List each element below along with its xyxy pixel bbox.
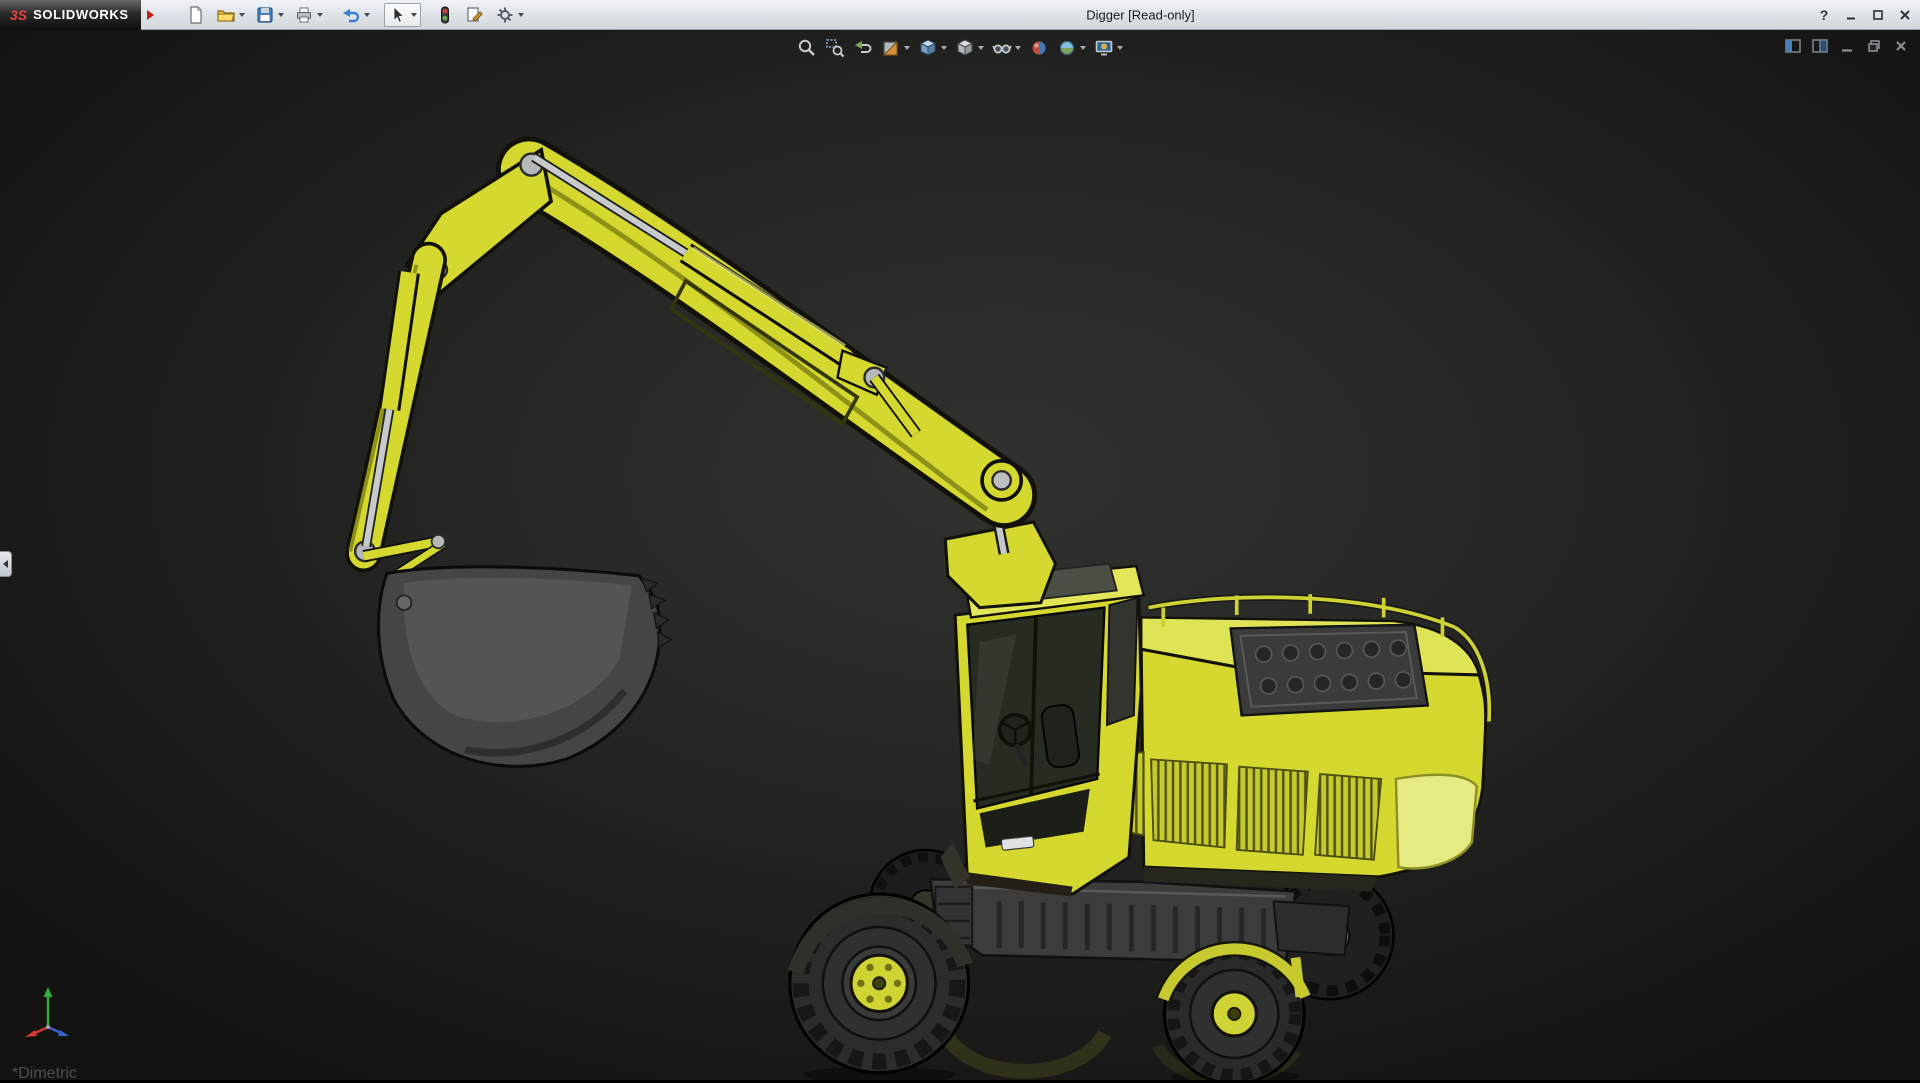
zoom-to-area-button[interactable]	[822, 35, 848, 61]
previous-view-button[interactable]	[850, 35, 876, 61]
options-gear-icon	[495, 5, 515, 25]
select-cursor-icon	[388, 5, 408, 25]
open-folder-icon	[216, 5, 236, 25]
close-document-button[interactable]	[1890, 36, 1912, 56]
pane-split-icon	[1811, 37, 1829, 55]
triad-y-axis	[44, 987, 53, 1027]
new-document-icon	[186, 5, 206, 25]
graphics-viewport[interactable]: *Dimetric	[0, 30, 1920, 1080]
triad-z-axis	[48, 1027, 69, 1036]
main-toolbar	[182, 3, 528, 27]
close-icon	[1899, 9, 1911, 21]
select-button[interactable]	[384, 3, 421, 27]
restore-document-button[interactable]	[1863, 36, 1885, 56]
view-settings-icon	[1094, 38, 1114, 58]
view-settings-button[interactable]	[1091, 35, 1126, 61]
display-style-dropdown-caret[interactable]	[978, 46, 984, 50]
close-button[interactable]	[1893, 4, 1917, 26]
titlebar: 3S SOLIDWORKS	[0, 0, 1920, 30]
window-title: Digger [Read-only]	[1086, 7, 1194, 22]
collapse-arrow-icon	[3, 560, 8, 568]
zoom-to-area-icon	[825, 38, 845, 58]
file-properties-button[interactable]	[461, 3, 489, 27]
pane-preview-button[interactable]	[1782, 36, 1804, 56]
maximize-button[interactable]	[1866, 4, 1890, 26]
edit-appearance-icon	[1029, 38, 1049, 58]
help-icon: ?	[1820, 7, 1829, 23]
print-button[interactable]	[290, 3, 327, 27]
apply-scene-icon	[1057, 38, 1077, 58]
previous-view-icon	[853, 38, 873, 58]
triad-origin	[46, 1025, 50, 1029]
help-button[interactable]: ?	[1812, 4, 1836, 26]
view-orientation-dropdown-caret[interactable]	[941, 46, 947, 50]
save-button[interactable]	[251, 3, 288, 27]
solidworks-logo-icon: 3S	[10, 7, 27, 23]
sheet-pencil-icon	[465, 5, 485, 25]
orientation-triad[interactable]	[22, 979, 74, 1042]
bucket	[379, 567, 672, 767]
open-button[interactable]	[212, 3, 249, 27]
edit-appearance-button[interactable]	[1026, 35, 1052, 61]
brand-name: SOLIDWORKS	[33, 7, 129, 22]
featuremanager-collapse-tab[interactable]	[0, 551, 12, 577]
save-dropdown-caret[interactable]	[278, 13, 284, 17]
open-dropdown-caret[interactable]	[239, 13, 245, 17]
options-dropdown-caret[interactable]	[518, 13, 524, 17]
view-orientation-icon	[918, 38, 938, 58]
zoom-to-fit-icon	[797, 38, 817, 58]
window-controls: ?	[1812, 0, 1917, 30]
display-style-icon	[955, 38, 975, 58]
display-style-button[interactable]	[952, 35, 987, 61]
undo-button[interactable]	[337, 3, 374, 27]
print-dropdown-caret[interactable]	[317, 13, 323, 17]
chassis	[931, 879, 1350, 962]
document-window-controls	[1782, 36, 1912, 56]
pane-split-button[interactable]	[1809, 36, 1831, 56]
boom-arm-assembly	[350, 150, 1055, 766]
view-settings-dropdown-caret[interactable]	[1117, 46, 1123, 50]
end-panel	[1396, 775, 1477, 869]
apply-scene-button[interactable]	[1054, 35, 1089, 61]
menu-flyout-arrow[interactable]	[147, 10, 154, 20]
section-view-button[interactable]	[878, 35, 913, 61]
undo-icon	[341, 5, 361, 25]
hide-show-dropdown-caret[interactable]	[1015, 46, 1021, 50]
print-icon	[294, 5, 314, 25]
rebuild-button[interactable]	[431, 3, 459, 27]
restore-document-icon	[1866, 38, 1882, 54]
minimize-icon	[1845, 9, 1857, 21]
new-document-button[interactable]	[182, 3, 210, 27]
view-orientation-label: *Dimetric	[12, 1065, 77, 1083]
close-document-icon	[1893, 38, 1909, 54]
undo-dropdown-caret[interactable]	[364, 13, 370, 17]
side-window	[1107, 598, 1138, 725]
excavator-model[interactable]	[0, 30, 1920, 1080]
hide-show-items-button[interactable]	[989, 35, 1024, 61]
options-button[interactable]	[491, 3, 528, 27]
maximize-icon	[1872, 9, 1884, 21]
top-grille	[1231, 625, 1428, 716]
engine-housing	[1117, 594, 1490, 891]
select-dropdown-caret[interactable]	[411, 13, 417, 17]
solidworks-brand: 3S SOLIDWORKS	[0, 0, 141, 30]
minimize-document-icon	[1839, 38, 1855, 54]
zoom-to-fit-button[interactable]	[794, 35, 820, 61]
section-view-icon	[881, 38, 901, 58]
triad-x-axis	[25, 1027, 48, 1037]
minimize-document-button[interactable]	[1836, 36, 1858, 56]
minimize-button[interactable]	[1839, 4, 1863, 26]
hide-show-items-icon	[992, 38, 1012, 58]
section-view-dropdown-caret[interactable]	[904, 46, 910, 50]
view-orientation-button[interactable]	[915, 35, 950, 61]
rebuild-stoplight-icon	[435, 5, 455, 25]
heads-up-view-toolbar	[794, 35, 1126, 61]
bucket-cylinder	[534, 157, 847, 358]
pane-preview-icon	[1784, 37, 1802, 55]
apply-scene-dropdown-caret[interactable]	[1080, 46, 1086, 50]
save-icon	[255, 5, 275, 25]
